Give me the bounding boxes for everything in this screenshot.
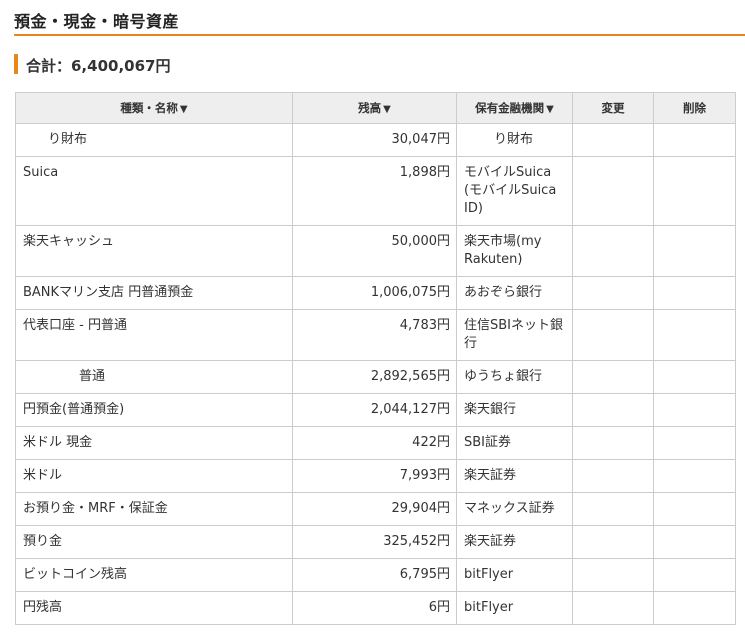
column-header-institution[interactable]: 保有金融機関 ▼ — [456, 92, 573, 124]
table-row: 普通 2,892,565円 ゆうちょ銀行 — [15, 360, 736, 394]
row-balance: 2,044,127円 — [292, 393, 457, 427]
row-change-cell — [572, 459, 654, 493]
row-name: 楽天キャッシュ — [15, 225, 293, 277]
row-delete-cell — [653, 309, 736, 361]
row-name: 円預金(普通預金) — [15, 393, 293, 427]
row-name: 預り金 — [15, 525, 293, 559]
row-name: BANKマリン支店 円普通預金 — [15, 276, 293, 310]
row-name: お預り金・MRF・保証金 — [15, 492, 293, 526]
row-delete-cell — [653, 492, 736, 526]
sort-down-icon[interactable]: ▼ — [546, 104, 554, 115]
section-header: 預金・現金・暗号資産 — [14, 0, 745, 36]
row-institution: マネックス証券 — [456, 492, 573, 526]
table-row: 預り金 325,452円 楽天証券 — [15, 525, 736, 559]
row-name: ビットコイン残高 — [15, 558, 293, 592]
row-balance: 4,783円 — [292, 309, 457, 361]
table-row: 米ドル 7,993円 楽天証券 — [15, 459, 736, 493]
table-row: BANKマリン支店 円普通預金 1,006,075円 あおぞら銀行 — [15, 276, 736, 310]
table-row: 楽天キャッシュ 50,000円 楽天市場(my Rakuten) — [15, 225, 736, 277]
row-change-cell — [572, 309, 654, 361]
table-row: 円残高 6円 bitFlyer — [15, 591, 736, 625]
assets-table: 種類・名称 ▼ 残高 ▼ 保有金融機関 ▼ 変更 削除 り財布 30,047円 り財布… — [15, 92, 736, 625]
sort-down-icon[interactable]: ▼ — [180, 104, 188, 115]
row-change-cell — [572, 123, 654, 157]
row-balance: 1,006,075円 — [292, 276, 457, 310]
row-delete-cell — [653, 558, 736, 592]
row-institution: bitFlyer — [456, 591, 573, 625]
column-header-name[interactable]: 種類・名称 ▼ — [15, 92, 293, 124]
row-change-cell — [572, 360, 654, 394]
row-institution: 楽天市場(my Rakuten) — [456, 225, 573, 277]
row-balance: 325,452円 — [292, 525, 457, 559]
row-institution: 楽天銀行 — [456, 393, 573, 427]
row-name: 代表口座 - 円普通 — [15, 309, 293, 361]
row-balance: 2,892,565円 — [292, 360, 457, 394]
row-change-cell — [572, 156, 654, 226]
row-institution: 住信SBIネット銀行 — [456, 309, 573, 361]
row-change-cell — [572, 426, 654, 460]
table-row: 代表口座 - 円普通 4,783円 住信SBIネット銀行 — [15, 309, 736, 361]
row-delete-cell — [653, 525, 736, 559]
section-title: 預金・現金・暗号資産 — [14, 12, 180, 31]
row-name: Suica — [15, 156, 293, 226]
row-name: 円残高 — [15, 591, 293, 625]
row-institution: り財布 — [456, 123, 573, 157]
row-balance: 6円 — [292, 591, 457, 625]
row-balance: 30,047円 — [292, 123, 457, 157]
row-institution: モバイルSuica (モバイルSuica ID) — [456, 156, 573, 226]
total-amount: 合計：6,400,067円 — [26, 57, 171, 75]
row-institution: 楽天証券 — [456, 459, 573, 493]
row-change-cell — [572, 591, 654, 625]
row-change-cell — [572, 492, 654, 526]
row-name: り財布 — [15, 123, 293, 157]
row-balance: 1,898円 — [292, 156, 457, 226]
column-header-label: 保有金融機関 — [475, 101, 545, 115]
column-header-label: 種類・名称 — [120, 101, 178, 115]
row-delete-cell — [653, 393, 736, 427]
row-change-cell — [572, 525, 654, 559]
table-row: ビットコイン残高 6,795円 bitFlyer — [15, 558, 736, 592]
column-header-delete: 削除 — [653, 92, 736, 124]
row-name: 米ドル 現金 — [15, 426, 293, 460]
table-header-row: 種類・名称 ▼ 残高 ▼ 保有金融機関 ▼ 変更 削除 — [15, 92, 736, 124]
sort-down-icon[interactable]: ▼ — [383, 104, 391, 115]
column-header-label: 残高 — [358, 101, 382, 115]
row-balance: 29,904円 — [292, 492, 457, 526]
row-delete-cell — [653, 156, 736, 226]
row-change-cell — [572, 276, 654, 310]
row-change-cell — [572, 393, 654, 427]
row-institution: あおぞら銀行 — [456, 276, 573, 310]
row-institution: 楽天証券 — [456, 525, 573, 559]
row-delete-cell — [653, 426, 736, 460]
total-accent-bar — [14, 54, 18, 74]
table-row: お預り金・MRF・保証金 29,904円 マネックス証券 — [15, 492, 736, 526]
row-institution: bitFlyer — [456, 558, 573, 592]
row-balance: 50,000円 — [292, 225, 457, 277]
row-delete-cell — [653, 459, 736, 493]
table-row: Suica 1,898円 モバイルSuica (モバイルSuica ID) — [15, 156, 736, 226]
table-row: 米ドル 現金 422円 SBI証券 — [15, 426, 736, 460]
row-delete-cell — [653, 276, 736, 310]
row-change-cell — [572, 558, 654, 592]
table-row: 円預金(普通預金) 2,044,127円 楽天銀行 — [15, 393, 736, 427]
row-delete-cell — [653, 225, 736, 277]
row-balance: 422円 — [292, 426, 457, 460]
table-row: り財布 30,047円 り財布 — [15, 123, 736, 157]
row-balance: 6,795円 — [292, 558, 457, 592]
column-header-change: 変更 — [572, 92, 654, 124]
row-balance: 7,993円 — [292, 459, 457, 493]
row-name: 普通 — [15, 360, 293, 394]
row-delete-cell — [653, 591, 736, 625]
column-header-balance[interactable]: 残高 ▼ — [292, 92, 457, 124]
row-name: 米ドル — [15, 459, 293, 493]
row-institution: SBI証券 — [456, 426, 573, 460]
row-change-cell — [572, 225, 654, 277]
row-institution: ゆうちょ銀行 — [456, 360, 573, 394]
row-delete-cell — [653, 360, 736, 394]
row-delete-cell — [653, 123, 736, 157]
